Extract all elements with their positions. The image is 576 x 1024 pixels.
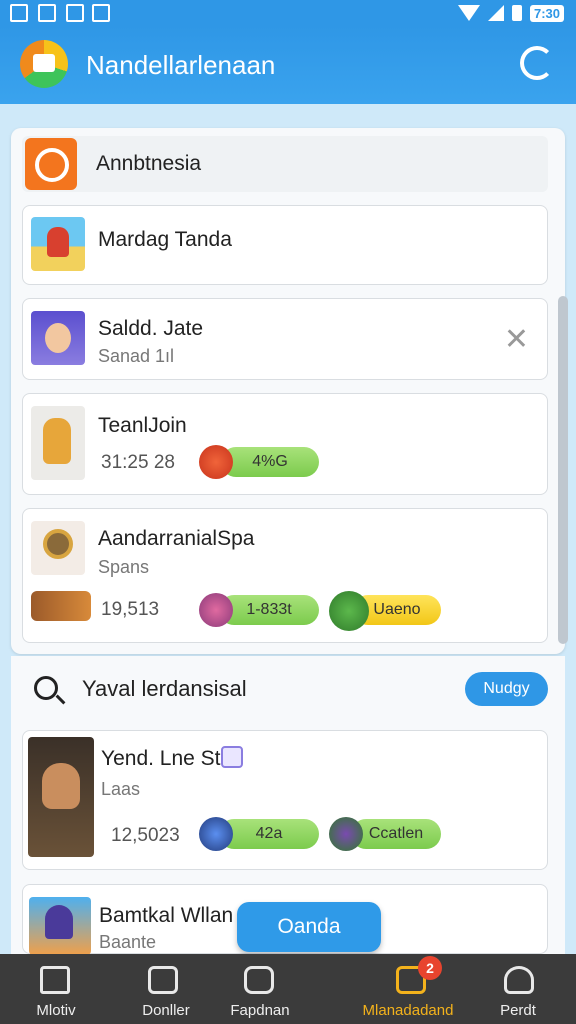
wifi-icon bbox=[457, 5, 480, 21]
nav-item-games[interactable]: Fapdnan bbox=[224, 954, 336, 1024]
item-title: AandarranialSpa bbox=[98, 527, 255, 550]
game-thumbnail bbox=[31, 311, 85, 365]
image-icon bbox=[38, 4, 56, 22]
plant-icon bbox=[329, 591, 369, 631]
list-item[interactable]: Mardag Tanda bbox=[22, 205, 548, 285]
list-item[interactable]: AandarranialSpa Spans 19,513 1-833t Uaen… bbox=[22, 508, 548, 643]
app-bar: Nandellarlenaan bbox=[0, 26, 576, 104]
document-icon bbox=[66, 4, 84, 22]
close-icon[interactable]: ✕ bbox=[504, 325, 529, 355]
result-subtitle: Laas bbox=[101, 779, 141, 799]
nav-label: Mlanadadand bbox=[362, 1002, 454, 1019]
nav-label: Mlotiv bbox=[36, 1002, 76, 1019]
user-icon bbox=[504, 966, 534, 994]
bottom-navigation: Mlotiv Donller Fapdnan Mlanadadand Perdt bbox=[0, 954, 576, 1024]
floating-action-button[interactable]: Oanda bbox=[237, 902, 381, 952]
app-title: Nandellarlenaan bbox=[86, 50, 276, 80]
clock: 7:30 bbox=[529, 4, 564, 22]
section-title: Annbtnesia bbox=[96, 152, 202, 175]
nav-item-profile[interactable]: Perdt bbox=[466, 954, 576, 1024]
orb-icon bbox=[199, 817, 233, 851]
list-item[interactable]: Saldd. Jate Sanad 1ıl ✕ bbox=[22, 298, 548, 380]
nav-item-downloads[interactable]: Mlanadadand bbox=[336, 954, 466, 1024]
status-bar: 7:30 bbox=[0, 0, 576, 26]
item-title: TeanlJoin bbox=[98, 414, 187, 437]
list-item[interactable]: TeanlJoin 31:25 28 4%G bbox=[22, 393, 548, 495]
signal-icon bbox=[487, 5, 504, 21]
game-thumbnail bbox=[31, 521, 85, 575]
nav-label: Perdt bbox=[500, 1002, 536, 1019]
item-title: Saldd. Jate bbox=[98, 317, 204, 340]
verified-icon bbox=[221, 746, 243, 768]
refresh-button[interactable] bbox=[520, 46, 554, 80]
nav-label: Fapdnan bbox=[230, 1002, 290, 1019]
game-thumbnail bbox=[29, 897, 91, 955]
download-icon bbox=[92, 4, 110, 22]
item-number: 19,513 bbox=[101, 599, 160, 620]
result-number: 12,5023 bbox=[111, 825, 180, 846]
tomato-icon bbox=[199, 445, 233, 479]
character-icon bbox=[199, 593, 233, 627]
score-pill[interactable]: 1-833t bbox=[219, 595, 319, 625]
notification-badge: 2 bbox=[418, 956, 442, 980]
search-icon[interactable] bbox=[34, 676, 58, 700]
result-title: Yend. Lne St bbox=[101, 747, 221, 770]
search-label: Yaval lerdansisal bbox=[82, 676, 247, 701]
item-subtitle: Spans bbox=[98, 557, 150, 577]
game-thumbnail bbox=[28, 737, 94, 857]
gamepad-icon bbox=[244, 966, 274, 994]
gem-icon bbox=[329, 817, 363, 851]
game-thumbnail bbox=[31, 406, 85, 480]
score-pill[interactable]: 4%G bbox=[221, 447, 319, 477]
cube-icon bbox=[148, 966, 178, 994]
item-subtitle: Sanad 1ıl bbox=[98, 346, 175, 366]
category-pill[interactable]: Ccatlen bbox=[351, 819, 441, 849]
result-title: Bamtkal Wllan bbox=[99, 904, 234, 927]
section-header[interactable]: Annbtnesia bbox=[22, 136, 548, 192]
nav-item-home[interactable]: Mlotiv bbox=[0, 954, 112, 1024]
item-number: 31:25 28 bbox=[101, 452, 175, 473]
scrollbar[interactable] bbox=[558, 296, 568, 644]
game-thumbnail bbox=[31, 217, 85, 271]
result-item[interactable]: Yend. Lne St Laas 12,5023 42a Ccatlen bbox=[22, 730, 548, 870]
action-button[interactable]: Nudgy bbox=[465, 672, 548, 706]
spiral-icon bbox=[25, 138, 77, 190]
item-title: Mardag Tanda bbox=[98, 228, 232, 251]
weapon-icon bbox=[31, 591, 91, 621]
notification-icon bbox=[10, 4, 28, 22]
score-pill[interactable]: 42a bbox=[219, 819, 319, 849]
app-logo-icon bbox=[20, 40, 68, 88]
result-subtitle: Baante bbox=[99, 932, 157, 952]
home-icon bbox=[40, 966, 70, 994]
battery-icon bbox=[511, 5, 522, 21]
